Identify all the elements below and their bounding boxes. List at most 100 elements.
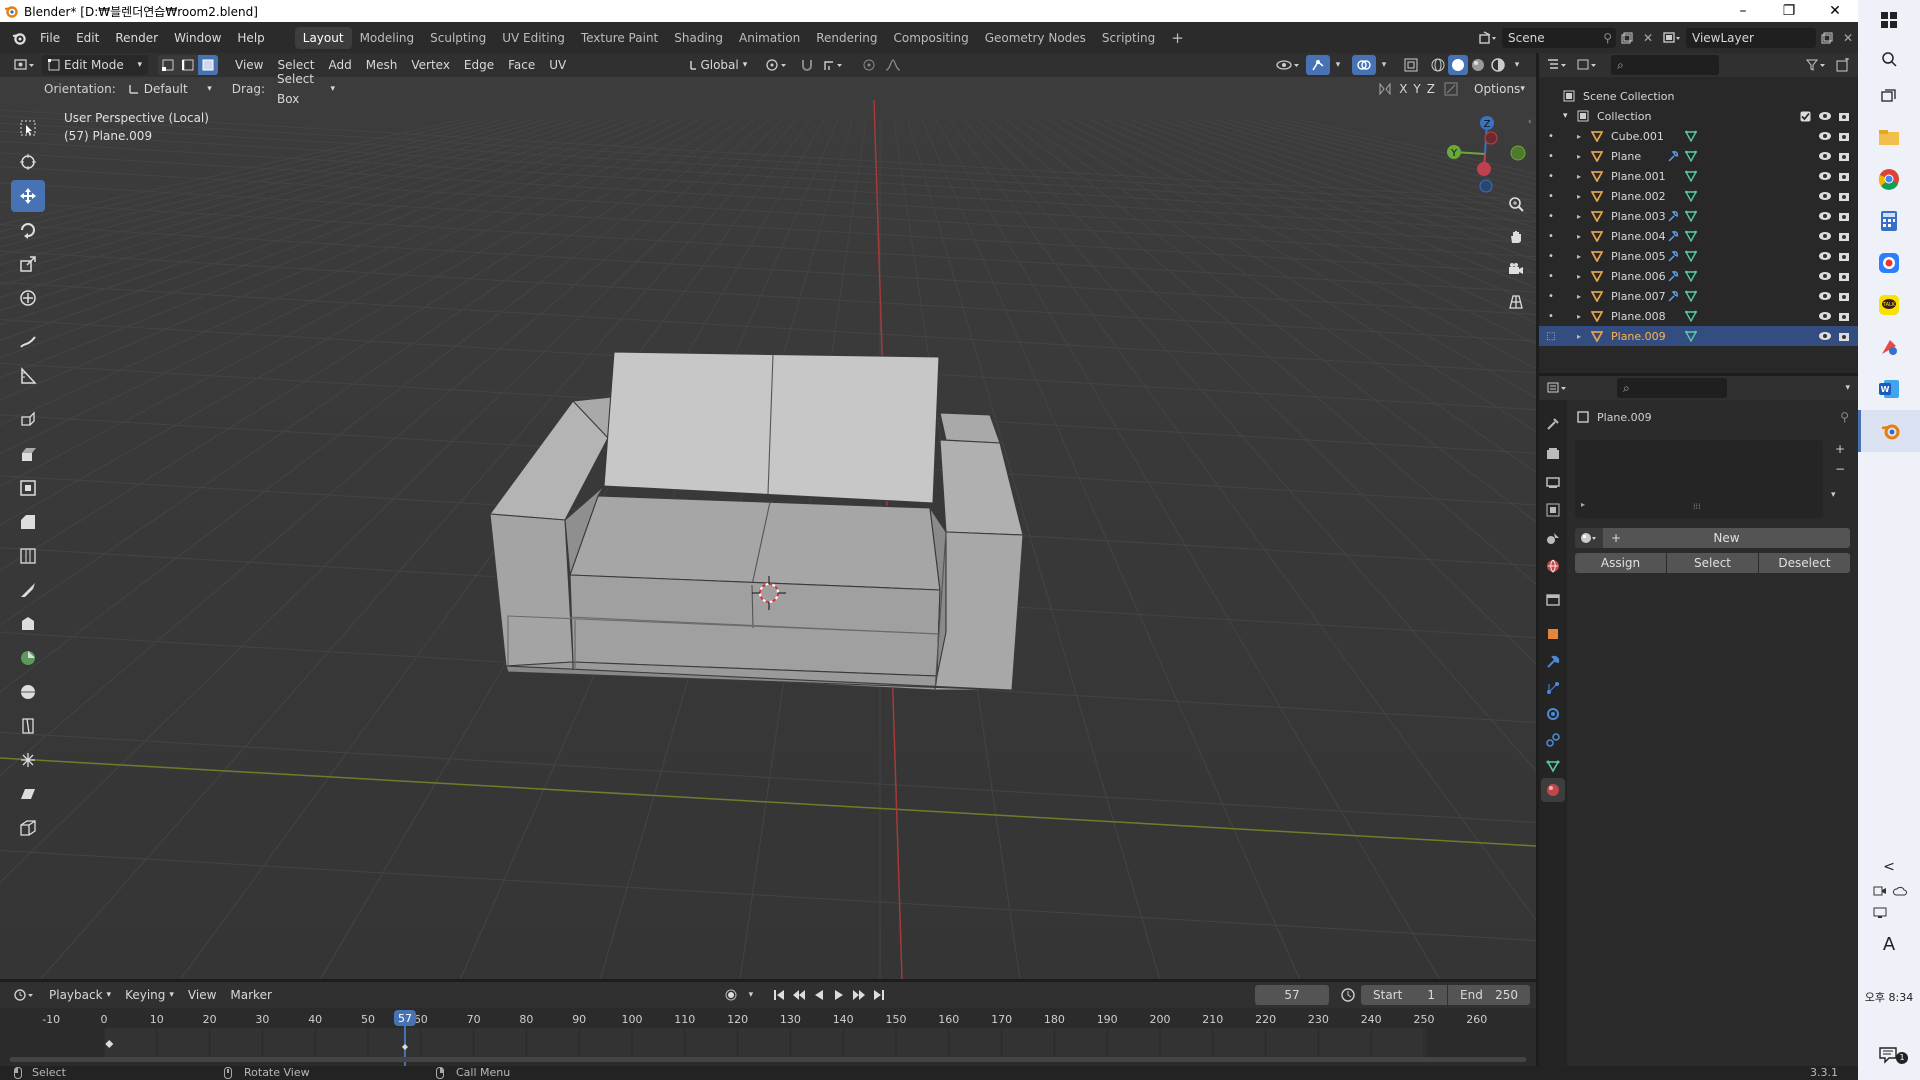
mesh-data-icon[interactable] <box>1685 210 1703 222</box>
outliner-row[interactable]: • ▸ Cube.001 <box>1539 126 1858 146</box>
pivot-point-icon[interactable] <box>759 55 795 75</box>
clock[interactable]: 오후 8:34 <box>1858 986 1920 1008</box>
transform-tool-icon[interactable] <box>11 282 45 314</box>
overlays-toggle-icon[interactable] <box>1352 55 1376 75</box>
particles-tab-icon[interactable] <box>1541 676 1565 700</box>
wrench-modifier-icon[interactable] <box>1667 250 1685 262</box>
rendered-shading-icon[interactable] <box>1488 55 1508 75</box>
gizmo-neg-z-icon[interactable] <box>1479 179 1493 193</box>
drag-dropdown[interactable]: Select Box ▾ <box>271 72 341 106</box>
dot-icon[interactable]: • <box>1539 291 1563 302</box>
view-layer-tab-icon[interactable] <box>1541 498 1565 522</box>
dot-icon[interactable]: • <box>1539 211 1563 222</box>
camera-render-icon[interactable] <box>1838 110 1858 122</box>
dot-icon[interactable]: • <box>1539 251 1563 262</box>
wireframe-shading-icon[interactable] <box>1428 55 1448 75</box>
camera-render-icon[interactable] <box>1838 190 1858 202</box>
solid-shading-icon[interactable] <box>1448 55 1468 75</box>
move-tool-icon[interactable] <box>11 180 45 212</box>
material-shading-icon[interactable] <box>1468 55 1488 75</box>
delete-view-layer-icon[interactable]: ✕ <box>1838 28 1858 48</box>
workspace-tab-sculpting[interactable]: Sculpting <box>422 27 494 49</box>
timeline-scrubber[interactable]: -10 0 10 20 30 40 50 60 70 80 90 100 110 120 130 140 150… <box>0 1008 1536 1066</box>
collection-tab-icon[interactable] <box>1541 588 1565 612</box>
menu-edit[interactable]: Edit <box>68 28 107 48</box>
view-layer-icon[interactable] <box>1658 28 1686 48</box>
expand-icon[interactable]: ▸ <box>1577 332 1591 341</box>
add-cube-tool-icon[interactable] <box>11 404 45 436</box>
chevron-down-icon[interactable]: ▾ <box>743 985 759 1005</box>
data-tab-icon[interactable] <box>1541 754 1565 778</box>
workspace-tab-rendering[interactable]: Rendering <box>808 27 885 49</box>
mesh-data-icon[interactable] <box>1685 290 1703 302</box>
auto-merge-icon[interactable] <box>1438 79 1464 99</box>
scene-collection-row[interactable]: Scene Collection <box>1539 86 1858 106</box>
camera-render-icon[interactable] <box>1838 330 1858 342</box>
expand-icon[interactable]: ▸ <box>1581 500 1585 509</box>
snap-target-icon[interactable] <box>819 55 849 75</box>
camera-render-icon[interactable] <box>1838 270 1858 282</box>
shrink-fatten-tool-icon[interactable] <box>11 744 45 776</box>
shear-tool-icon[interactable] <box>11 778 45 810</box>
preview-range-icon[interactable] <box>1335 985 1361 1005</box>
meet-icon[interactable] <box>1872 882 1888 900</box>
new-material-button[interactable]: + New <box>1603 528 1850 548</box>
select-box-tool-icon[interactable] <box>11 112 45 144</box>
record-app-icon[interactable] <box>1858 242 1920 284</box>
notification-center-icon[interactable]: 1 <box>1858 1040 1920 1070</box>
menu-face[interactable]: Face <box>501 55 542 75</box>
blender-menu-icon[interactable] <box>6 27 32 49</box>
outliner-row[interactable]: • ▸ Plane.007 <box>1539 286 1858 306</box>
restore-button[interactable]: ❐ <box>1766 0 1812 22</box>
mesh-data-icon[interactable] <box>1685 230 1703 242</box>
remove-slot-icon[interactable]: − <box>1830 460 1850 478</box>
cursor-tool-icon[interactable] <box>11 146 45 178</box>
calculator-icon[interactable] <box>1858 200 1920 242</box>
wrench-modifier-icon[interactable] <box>1667 290 1685 302</box>
select-button[interactable]: Select <box>1667 553 1758 573</box>
chrome-icon[interactable] <box>1858 158 1920 200</box>
navigation-gizmo[interactable]: Z Y <box>1440 109 1530 199</box>
world-tab-icon[interactable] <box>1541 554 1565 578</box>
expand-icon[interactable]: ▸ <box>1577 152 1591 161</box>
menu-edge[interactable]: Edge <box>457 55 501 75</box>
chevron-down-icon[interactable]: ▾ <box>1330 55 1346 75</box>
mesh-data-icon[interactable] <box>1685 130 1703 142</box>
material-tab-icon[interactable] <box>1541 778 1565 802</box>
browse-material-icon[interactable] <box>1575 528 1603 548</box>
camera-render-icon[interactable] <box>1838 170 1858 182</box>
smooth-tool-icon[interactable] <box>11 676 45 708</box>
timeline-editor-icon[interactable] <box>8 985 42 1005</box>
eye-icon[interactable] <box>1818 171 1838 181</box>
zoom-icon[interactable] <box>1504 193 1528 216</box>
chevron-down-icon[interactable]: ▾ <box>1376 55 1392 75</box>
scene-tab-icon[interactable] <box>1541 526 1565 550</box>
mode-dropdown[interactable]: Edit Mode ▾ <box>42 55 148 75</box>
pin-icon[interactable]: ⚲ <box>1603 28 1612 48</box>
camera-render-icon[interactable] <box>1838 150 1858 162</box>
mirror-icon[interactable] <box>1374 79 1396 99</box>
visibility-selectability-icon[interactable] <box>1272 55 1306 75</box>
search-icon[interactable] <box>1858 40 1920 78</box>
filter-icon[interactable] <box>1802 55 1832 75</box>
material-slot-list[interactable]: ▸ ⁞⁞⁞ <box>1575 440 1823 518</box>
object-tab-icon[interactable] <box>1541 622 1565 646</box>
dot-icon[interactable]: • <box>1539 311 1563 322</box>
menu-help[interactable]: Help <box>229 28 272 48</box>
collapse-sidebar-icon[interactable]: ‹ <box>1528 117 1532 127</box>
camera-render-icon[interactable] <box>1838 130 1858 142</box>
keying-menu[interactable]: Keying ▾ <box>118 985 181 1005</box>
eye-icon[interactable] <box>1818 231 1838 241</box>
wrench-modifier-icon[interactable] <box>1667 210 1685 222</box>
outliner-search-input[interactable]: ⌕ <box>1611 55 1719 75</box>
marker-menu[interactable]: Marker <box>223 985 278 1005</box>
workspace-tab-geometry-nodes[interactable]: Geometry Nodes <box>977 27 1094 49</box>
mesh-data-icon[interactable] <box>1685 270 1703 282</box>
viewport-canvas[interactable] <box>0 77 1536 979</box>
annotate-tool-icon[interactable] <box>11 326 45 358</box>
eye-icon[interactable] <box>1818 111 1838 121</box>
workspace-tab-layout[interactable]: Layout <box>294 26 352 49</box>
mesh-data-icon[interactable] <box>1685 150 1703 162</box>
ime-indicator[interactable]: A <box>1858 930 1920 958</box>
file-explorer-icon[interactable] <box>1858 116 1920 158</box>
